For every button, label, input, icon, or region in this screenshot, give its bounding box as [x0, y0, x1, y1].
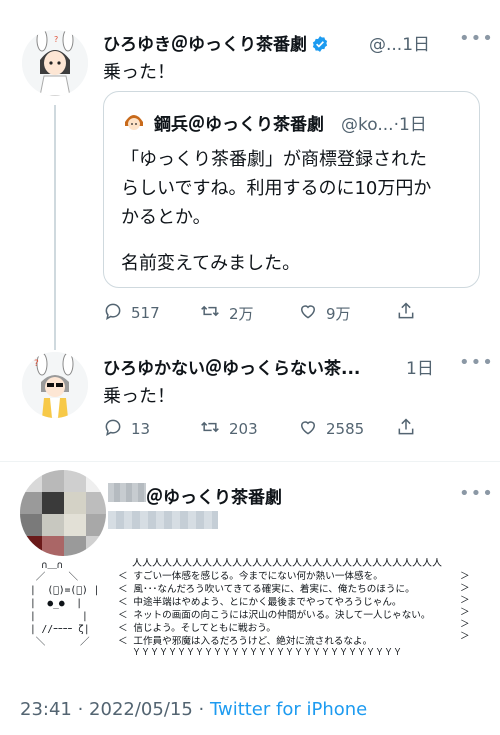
main-author-name-blur: [108, 483, 146, 502]
retweet-button[interactable]: 2万: [199, 301, 254, 325]
tweet1-time[interactable]: 1日: [402, 35, 430, 55]
like-count: 9万: [326, 304, 351, 323]
reply-icon: [103, 417, 123, 441]
share-icon: [396, 417, 416, 441]
quote-meta: @ko...·1日: [341, 115, 427, 135]
retweet-icon: [199, 417, 221, 441]
tweet1-text: 乗った！: [103, 62, 175, 83]
tweet1-author-name[interactable]: ひろゆき＠ゆっくり茶番劇: [103, 30, 329, 58]
aa-speech-line: ＜ 風･･･なんだろう吹いてきてる確実に、着実に、俺たちのほうに。: [118, 584, 415, 595]
tweet1-meta: @...1日: [369, 30, 430, 55]
tweet2-author-name[interactable]: ひろゆかない＠ゆっくらない茶...: [103, 354, 360, 379]
quote-text-line4: 名前変えてみました。: [121, 253, 301, 274]
main-handle-blur: [108, 511, 218, 529]
retweet-count: 203: [229, 420, 258, 438]
heart-icon: [298, 301, 318, 325]
verified-badge-icon: [311, 35, 329, 58]
aa-face-line: ∩＿∩: [30, 560, 63, 571]
aa-speech-line: ＜ すごい一体感を感じる。今までにない何か熱い一体感を。: [118, 571, 383, 582]
quote-text-line3: かるとか。: [121, 207, 211, 228]
aa-face-line: | (ﾟ)=(ﾟ) |: [30, 585, 100, 596]
main-author-name[interactable]: ＠ゆっくり茶番劇: [146, 483, 282, 508]
quote-time[interactable]: 1日: [399, 115, 427, 135]
avatar-hiroyuki[interactable]: ?: [22, 30, 88, 96]
retweet-icon: [199, 301, 221, 325]
aa-right-border: ＞＞＞＞＞＞: [460, 571, 470, 642]
divider: [0, 461, 500, 462]
quote-author-name[interactable]: 鋼兵＠ゆっくり茶番劇: [154, 110, 324, 135]
svg-text:?: ?: [54, 35, 58, 44]
aa-face-line: | //ｰｰｰｰ ζ|: [30, 624, 90, 635]
like-count: 2585: [326, 420, 365, 438]
retweet-button[interactable]: 203: [199, 417, 258, 441]
like-button[interactable]: 2585: [298, 417, 364, 441]
avatar-kouhei[interactable]: [122, 110, 146, 134]
aa-speech-line: ＜ ネットの画面の向こうには沢山の仲間がいる。決して一人じゃない。: [118, 610, 431, 621]
avatar-main-author-pixelated[interactable]: [20, 470, 106, 556]
quote-text-line2: らしいですね。利用するのに10万円か: [121, 178, 432, 199]
reply-button[interactable]: 517: [103, 301, 160, 325]
share-icon: [396, 301, 416, 325]
share-button[interactable]: [396, 301, 416, 325]
reply-count: 13: [131, 420, 151, 438]
reply-icon: [103, 301, 123, 325]
reply-button[interactable]: 13: [103, 417, 150, 441]
more-horizontal-icon[interactable]: •••: [459, 485, 494, 503]
tweet-source-link[interactable]: Twitter for iPhone: [210, 699, 367, 720]
aa-face-line: ／ ＼: [30, 572, 79, 583]
aa-speech-top: 人人人人人人人人人人人人人人人人人人人人人人人人人人人人人人人: [132, 558, 442, 569]
tweet1-handle[interactable]: @...: [369, 35, 402, 55]
svg-text:?: ?: [34, 359, 39, 369]
share-button[interactable]: [396, 417, 416, 441]
aa-speech-bottom: ＹＹＹＹＹＹＹＹＹＹＹＹＹＹＹＹＹＹＹＹＹＹＹＹＹＹＹＹＹＹ: [132, 648, 403, 658]
avatar-hiroyukanai[interactable]: ?: [22, 352, 88, 418]
tweet-timestamp-row: 23:41 · 2022/05/15 · Twitter for iPhone: [20, 699, 367, 720]
tweet2-time[interactable]: 1日: [406, 354, 434, 379]
quoted-tweet-card[interactable]: 鋼兵＠ゆっくり茶番劇 @ko...·1日 「ゆっくり茶番劇」が商標登録された ら…: [103, 91, 480, 288]
tweet1-author-name-text: ひろゆき＠ゆっくり茶番劇: [103, 35, 307, 55]
aa-face-line: ＼ ／: [30, 637, 90, 648]
aa-face-line: | ●_● |: [30, 598, 82, 609]
quote-text-line1: 「ゆっくり茶番劇」が商標登録された: [121, 149, 427, 170]
tweet2-text: 乗った！: [103, 386, 175, 407]
aa-speech-line: ＜ 信じよう。そしてともに戦おう。: [118, 623, 276, 634]
retweet-count: 2万: [229, 304, 254, 323]
more-horizontal-icon[interactable]: •••: [459, 30, 494, 48]
tweet-timestamp[interactable]: 23:41 · 2022/05/15 ·: [20, 699, 210, 720]
ascii-art-face: ∩＿∩ ／ ＼ | (ﾟ)=(ﾟ) | | ●_● | | | | //ｰｰｰｰ…: [30, 560, 122, 655]
more-horizontal-icon[interactable]: •••: [459, 354, 494, 372]
like-button[interactable]: 9万: [298, 301, 351, 325]
tweet1-actions: 517 2万 9万: [103, 301, 478, 323]
ascii-art-speech: 人人人人人人人人人人人人人人人人人人人人人人人人人人人人人人人 ＜ すごい一体感…: [118, 558, 478, 658]
reply-count: 517: [131, 304, 160, 322]
thread-line: [54, 105, 56, 350]
aa-face-line: | |: [30, 611, 88, 622]
heart-icon: [298, 417, 318, 441]
aa-speech-line: ＜ 中途半端はやめよう、とにかく最後までやってやろうじゃん。: [118, 597, 402, 608]
quote-handle[interactable]: @ko...: [341, 115, 394, 135]
tweet2-actions: 13 203 2585: [103, 417, 478, 439]
